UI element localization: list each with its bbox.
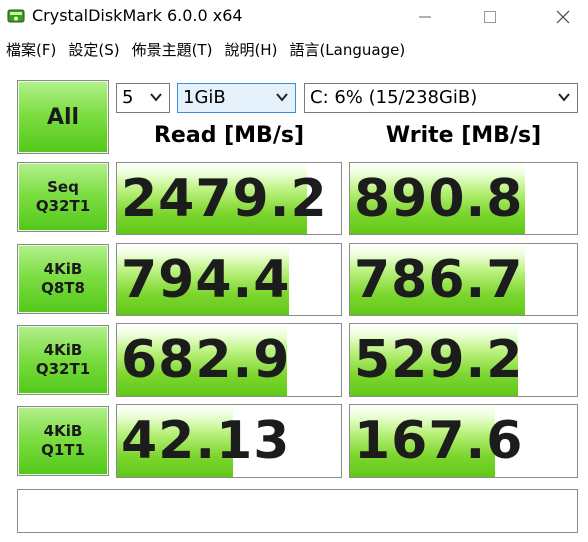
maximize-icon <box>484 11 496 23</box>
test-label-line2: Q8T8 <box>41 279 85 297</box>
menu-bar: 檔案(F) 設定(S) 佈景主題(T) 說明(H) 語言(Language) <box>0 36 588 64</box>
minimize-button[interactable] <box>402 0 448 34</box>
test-4kib-q1t1-button[interactable]: 4KiB Q1T1 <box>17 406 109 476</box>
close-icon <box>556 10 570 24</box>
test-label-line2: Q1T1 <box>41 441 85 459</box>
menu-help[interactable]: 說明(H) <box>218 36 283 64</box>
test-label-line1: 4KiB <box>43 260 83 278</box>
test-label-line2: Q32T1 <box>35 360 91 378</box>
write-value: 890.8 <box>354 168 524 229</box>
write-value: 167.6 <box>354 411 524 471</box>
menu-theme[interactable]: 佈景主題(T) <box>126 36 219 64</box>
comment-field[interactable] <box>17 489 578 533</box>
read-value: 682.9 <box>121 330 291 390</box>
maximize-button[interactable] <box>467 0 513 34</box>
test-label-line1: Seq <box>47 178 79 196</box>
read-value: 42.13 <box>121 411 291 471</box>
write-result-4kib-q32t1: 529.2 <box>349 323 578 397</box>
write-value: 529.2 <box>354 330 524 390</box>
test-count-select[interactable]: 5 <box>116 83 170 113</box>
read-value: 2479.2 <box>121 168 328 229</box>
write-result-4kib-q8t8: 786.7 <box>349 243 578 316</box>
read-result-4kib-q32t1: 682.9 <box>116 323 342 397</box>
write-value: 786.7 <box>354 249 524 310</box>
read-header: Read [MB/s] <box>153 123 304 148</box>
read-value: 794.4 <box>121 249 291 310</box>
test-size-select[interactable]: 1GiB <box>177 83 296 113</box>
test-label-line1: 4KiB <box>43 422 83 440</box>
read-result-4kib-q8t8: 794.4 <box>116 243 342 316</box>
test-count-value: 5 <box>122 87 134 108</box>
test-4kib-q8t8-button[interactable]: 4KiB Q8T8 <box>17 244 109 314</box>
read-result-seq-q32t1: 2479.2 <box>116 162 342 235</box>
run-all-button[interactable]: All <box>17 80 109 154</box>
read-result-4kib-q1t1: 42.13 <box>116 404 342 478</box>
menu-file[interactable]: 檔案(F) <box>0 36 62 64</box>
write-result-4kib-q1t1: 167.6 <box>349 404 578 478</box>
benchmark-panel: All 5 1GiB C: 6% (15/238GiB) Read [MB/s]… <box>0 68 588 542</box>
drive-select[interactable]: C: 6% (15/238GiB) <box>304 83 578 113</box>
test-label-line1: 4KiB <box>43 341 83 359</box>
chevron-down-icon <box>558 93 570 102</box>
menu-settings[interactable]: 設定(S) <box>62 36 125 64</box>
write-header: Write [MB/s] <box>385 123 542 148</box>
menu-language[interactable]: 語言(Language) <box>283 36 411 64</box>
drive-value: C: 6% (15/238GiB) <box>310 87 478 108</box>
write-result-seq-q32t1: 890.8 <box>349 162 578 235</box>
test-size-value: 1GiB <box>183 87 226 108</box>
test-seq-q32t1-button[interactable]: Seq Q32T1 <box>17 162 109 232</box>
close-button[interactable] <box>540 0 586 34</box>
window-title: CrystalDiskMark 6.0.0 x64 <box>32 6 243 25</box>
chevron-down-icon <box>276 93 288 102</box>
app-icon <box>7 9 25 23</box>
test-4kib-q32t1-button[interactable]: 4KiB Q32T1 <box>17 325 109 395</box>
minimize-icon <box>419 16 431 18</box>
chevron-down-icon <box>150 93 162 102</box>
title-bar: CrystalDiskMark 6.0.0 x64 <box>0 0 588 34</box>
test-label-line2: Q32T1 <box>35 197 91 215</box>
